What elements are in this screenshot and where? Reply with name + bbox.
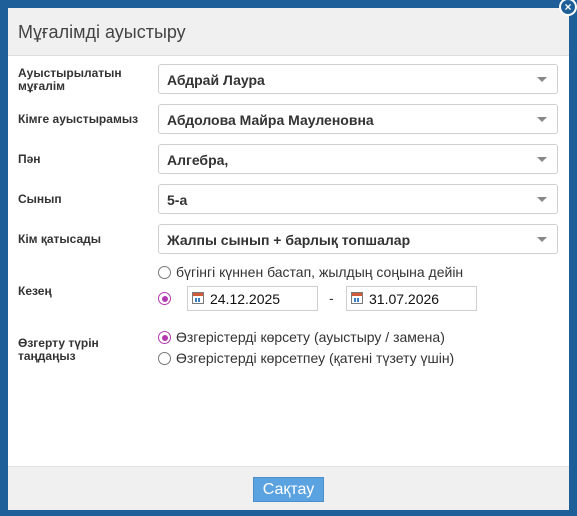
teacher-label: Ауыстырылатын мұғалім (18, 66, 122, 93)
date-to-input[interactable]: 31.07.2026 (346, 286, 477, 311)
chevron-down-icon (537, 117, 547, 122)
chevron-down-icon (537, 197, 547, 202)
change-type-row: Өзгерту түрін таңдаңыз Өзгерістерді көрс… (18, 328, 558, 372)
replacement-select[interactable]: Абдолова Майра Мауленовна (158, 104, 558, 134)
replacement-label: Кімге ауыстырамыз (18, 112, 139, 126)
date-from-value: 24.12.2025 (210, 291, 281, 307)
dialog-titlebar: Мұғалімді ауыстыру (8, 8, 569, 56)
class-row: Сынып 5-а (18, 184, 558, 214)
participants-select-value: Жалпы сынып + барлық топшалар (167, 232, 411, 248)
replace-teacher-dialog: Мұғалімді ауыстыру Ауыстырылатын мұғалім… (8, 8, 569, 510)
period-label: Кезең (18, 284, 52, 298)
subject-label: Пән (18, 152, 41, 166)
chevron-down-icon (537, 157, 547, 162)
change-type-label: Өзгерту түрін таңдаңыз (18, 336, 99, 363)
class-select[interactable]: 5-а (158, 184, 558, 214)
date-to-value: 31.07.2026 (369, 291, 440, 307)
save-button[interactable]: Сақтау (253, 477, 324, 502)
replacement-select-value: Абдолова Майра Мауленовна (167, 112, 374, 128)
calendar-icon[interactable] (192, 292, 204, 304)
dialog-footer: Сақтау (8, 466, 569, 510)
participants-row: Кім қатысады Жалпы сынып + барлық топшал… (18, 224, 558, 254)
participants-select[interactable]: Жалпы сынып + барлық топшалар (158, 224, 558, 254)
subject-select[interactable]: Алгебра, (158, 144, 558, 174)
period-range-radio[interactable] (158, 292, 171, 305)
teacher-select[interactable]: Абдрай Лаура (158, 64, 558, 94)
subject-row: Пән Алгебра, (18, 144, 558, 174)
period-until-year-end-label[interactable]: бүгінгі күннен бастап, жылдың соңына дей… (176, 264, 463, 280)
change-type-show-label[interactable]: Өзгерістерді көрсету (ауыстыру / замена) (176, 329, 445, 345)
teacher-select-value: Абдрай Лаура (167, 72, 265, 88)
change-type-show-radio[interactable] (158, 331, 171, 344)
calendar-icon[interactable] (351, 292, 363, 304)
chevron-down-icon (537, 237, 547, 242)
subject-select-value: Алгебра, (167, 152, 229, 168)
dialog-title: Мұғалімді ауыстыру (18, 22, 186, 42)
teacher-row: Ауыстырылатын мұғалім Абдрай Лаура (18, 64, 558, 94)
period-until-year-end-radio[interactable] (158, 266, 171, 279)
change-type-hide-label[interactable]: Өзгерістерді көрсетпеу (қатені түзету үш… (176, 350, 454, 366)
participants-label: Кім қатысады (18, 232, 102, 246)
date-from-input[interactable]: 24.12.2025 (187, 286, 318, 311)
period-row: Кезең бүгінгі күннен бастап, жылдың соңы… (18, 264, 558, 314)
change-type-hide-radio[interactable] (158, 352, 171, 365)
class-select-value: 5-а (167, 192, 188, 208)
date-range-separator: - (329, 290, 334, 306)
class-label: Сынып (18, 192, 62, 206)
replacement-row: Кімге ауыстырамыз Абдолова Майра Маулено… (18, 104, 558, 134)
chevron-down-icon (537, 77, 547, 82)
